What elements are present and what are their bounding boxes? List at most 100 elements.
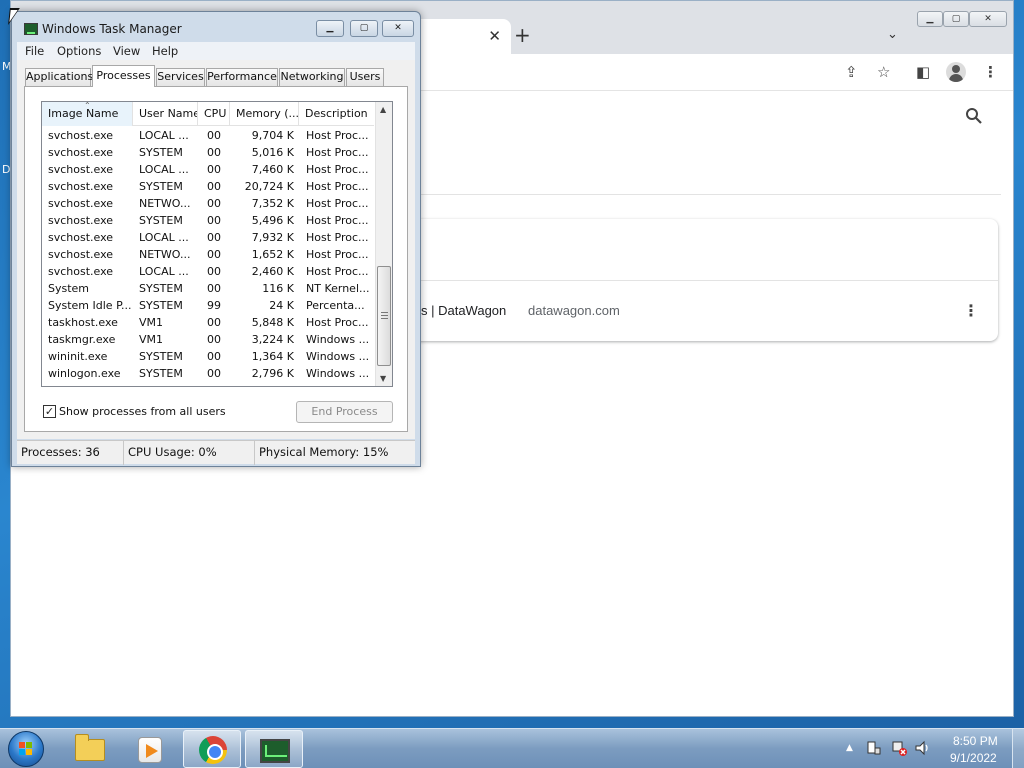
process-image-name: svchost.exe [48, 146, 114, 159]
column-cpu[interactable]: CPU [198, 102, 230, 126]
more-options-icon[interactable]: ⋮ [963, 301, 979, 320]
task-manager-icon [260, 739, 290, 763]
process-memory: 116 K [262, 282, 294, 295]
process-image-name: svchost.exe [48, 265, 114, 278]
process-memory: 2,460 K [251, 265, 294, 278]
process-cpu: 99 [207, 299, 221, 312]
process-row[interactable]: svchost.exe LOCAL ... 00 7,460 K Host Proc..… [42, 161, 374, 178]
process-user-name: SYSTEM [139, 180, 183, 193]
sort-ascending-icon: ⌃ [84, 102, 91, 110]
process-memory: 5,848 K [251, 316, 294, 329]
scroll-up-icon[interactable]: ▲ [380, 105, 386, 114]
task-manager-icon [24, 23, 38, 35]
process-row[interactable]: wininit.exe SYSTEM 00 1,364 K Windows ... [42, 348, 374, 365]
page-divider [421, 194, 1001, 195]
menu-options[interactable]: Options [57, 44, 101, 58]
clock-date[interactable]: 9/1/2022 [950, 751, 997, 765]
chrome-tab[interactable]: ✕ [411, 19, 511, 54]
process-row[interactable]: svchost.exe LOCAL ... 00 9,704 K Host Proc..… [42, 127, 374, 144]
process-image-name: svchost.exe [48, 180, 114, 193]
process-row[interactable]: svchost.exe LOCAL ... 00 7,932 K Host Proc..… [42, 229, 374, 246]
search-icon[interactable] [965, 107, 983, 125]
process-row[interactable]: System SYSTEM 00 116 K NT Kernel... [42, 280, 374, 297]
process-row[interactable]: svchost.exe SYSTEM 00 20,724 K Host Proc... [42, 178, 374, 195]
column-memory[interactable]: Memory (... [230, 102, 299, 126]
process-row[interactable]: System Idle P... SYSTEM 99 24 K Percenta... [42, 297, 374, 314]
taskbar-chrome-button[interactable] [183, 730, 241, 768]
process-row[interactable]: svchost.exe SYSTEM 00 5,016 K Host Proc... [42, 144, 374, 161]
process-row[interactable]: svchost.exe LOCAL ... 00 2,460 K Host Proc..… [42, 263, 374, 280]
profile-avatar[interactable] [946, 62, 966, 82]
process-row[interactable]: taskmgr.exe VM1 00 3,224 K Windows ... [42, 331, 374, 348]
process-image-name: wininit.exe [48, 350, 108, 363]
process-description: Host Proc... [306, 265, 369, 278]
column-description[interactable]: Description [299, 102, 374, 126]
minimize-button[interactable]: ▁ [316, 20, 344, 37]
process-image-name: taskmgr.exe [48, 333, 116, 346]
process-row[interactable]: svchost.exe NETWO... 00 1,652 K Host Proc... [42, 246, 374, 263]
process-memory: 2,796 K [251, 367, 294, 380]
process-description: Host Proc... [306, 163, 369, 176]
column-label: Memory (... [236, 107, 299, 120]
vertical-scrollbar[interactable]: ▲ ▼ [375, 102, 392, 386]
share-icon[interactable]: ⇪ [845, 63, 858, 81]
side-panel-icon[interactable]: ◧ [916, 63, 930, 81]
task-manager-titlebar[interactable]: Windows Task Manager ▁ ▢ ✕ [12, 12, 420, 42]
show-desktop-button[interactable] [1012, 729, 1024, 768]
process-description: NT Kernel... [306, 282, 370, 295]
tab-performance[interactable]: Performance [206, 68, 278, 86]
tab-processes[interactable]: Processes [92, 65, 155, 87]
column-user-name[interactable]: User Name [133, 102, 198, 126]
minimize-button[interactable]: ▁ [917, 11, 943, 27]
process-row[interactable]: taskhost.exe VM1 00 5,848 K Host Proc... [42, 314, 374, 331]
process-row[interactable]: winlogon.exe SYSTEM 00 2,796 K Windows ... [42, 365, 374, 382]
close-tab-icon[interactable]: ✕ [488, 27, 501, 45]
process-cpu: 00 [207, 197, 221, 210]
process-cpu: 00 [207, 367, 221, 380]
start-button[interactable] [8, 731, 44, 767]
process-row[interactable]: svchost.exe NETWO... 00 7,352 K Host Proc... [42, 195, 374, 212]
close-button[interactable]: ✕ [382, 20, 414, 37]
process-cpu: 00 [207, 163, 221, 176]
close-button[interactable]: ✕ [969, 11, 1007, 27]
menu-help[interactable]: Help [152, 44, 178, 58]
menu-file[interactable]: File [25, 44, 44, 58]
process-user-name: LOCAL ... [139, 231, 189, 244]
taskbar-task-manager-button[interactable] [245, 730, 303, 768]
process-user-name: SYSTEM [139, 214, 183, 227]
chrome-menu-icon[interactable]: ⋮ [983, 63, 998, 81]
maximize-button[interactable]: ▢ [350, 20, 378, 37]
tab-users[interactable]: Users [346, 68, 384, 86]
tab-services[interactable]: Services [156, 68, 205, 86]
maximize-button[interactable]: ▢ [943, 11, 969, 27]
tab-search-button[interactable]: ⌄ [887, 27, 898, 42]
process-row[interactable]: svchost.exe SYSTEM 00 5,496 K Host Proc... [42, 212, 374, 229]
process-description: Percenta... [306, 299, 365, 312]
process-list[interactable]: ⌃ Image Name User Name CPU Memory (... D… [41, 101, 393, 387]
taskbar-media-player-button[interactable] [120, 730, 178, 768]
tab-networking[interactable]: Networking [279, 68, 345, 86]
clock-time[interactable]: 8:50 PM [953, 734, 998, 748]
column-image-name[interactable]: ⌃ Image Name [42, 102, 133, 126]
result-title[interactable]: s | DataWagon [421, 303, 506, 318]
menu-bar: File Options View Help [17, 42, 415, 60]
bookmark-star-icon[interactable]: ☆ [877, 63, 890, 81]
scroll-down-icon[interactable]: ▼ [380, 374, 386, 383]
process-memory: 20,724 K [244, 180, 294, 193]
show-hidden-icons-icon[interactable]: ▲ [846, 743, 853, 753]
tab-applications[interactable]: Applications [25, 68, 93, 86]
windows-logo-icon [19, 742, 33, 756]
result-url[interactable]: datawagon.com [528, 303, 620, 318]
process-image-name: svchost.exe [48, 129, 114, 142]
action-center-icon[interactable] [866, 740, 882, 756]
column-label: Description [305, 107, 368, 120]
show-all-users-label[interactable]: Show processes from all users [59, 405, 226, 418]
menu-view[interactable]: View [113, 44, 140, 58]
show-all-users-checkbox[interactable]: ✓ [43, 405, 56, 418]
taskbar-explorer-button[interactable] [60, 730, 118, 768]
new-tab-button[interactable]: + [514, 23, 531, 47]
end-process-button[interactable]: End Process [296, 401, 393, 423]
scrollbar-thumb[interactable] [377, 266, 391, 366]
volume-icon[interactable] [914, 740, 930, 756]
network-icon[interactable] [891, 740, 907, 756]
